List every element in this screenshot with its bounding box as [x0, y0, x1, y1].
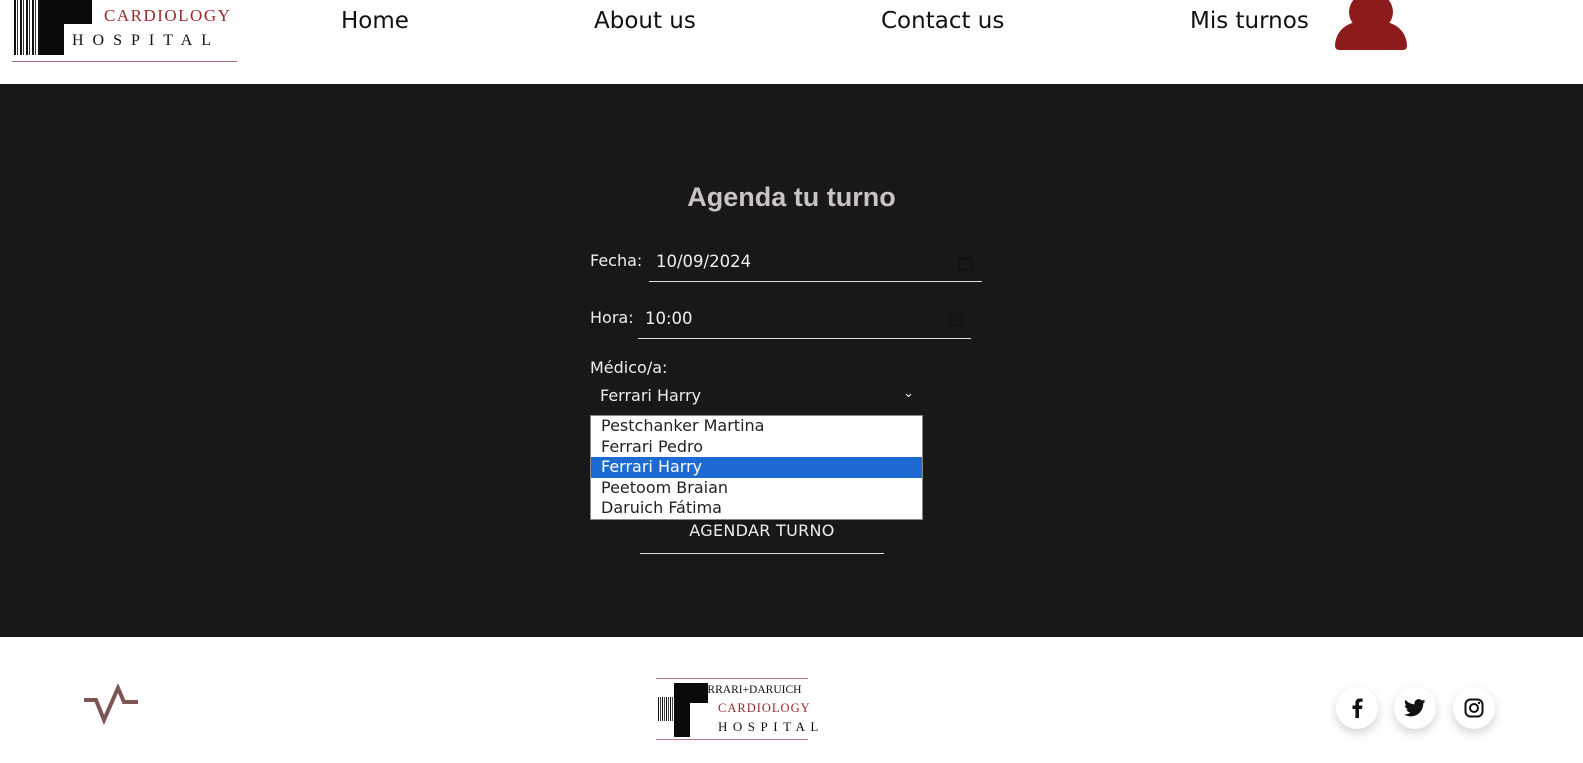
clock-icon[interactable]	[947, 312, 963, 328]
fecha-value: 10/09/2024	[656, 252, 752, 271]
footer-hospital-logo[interactable]: FERRARI+DARUICH CARDIOLOGY HOSPITAL	[656, 678, 818, 740]
calendar-icon[interactable]	[958, 255, 974, 271]
page-title: Agenda tu turno	[687, 182, 896, 212]
nav-mis-turnos[interactable]: Mis turnos	[1190, 8, 1309, 34]
hora-value: 10:00	[645, 309, 693, 328]
hora-label: Hora:	[590, 308, 634, 327]
nav-home[interactable]: Home	[341, 8, 409, 34]
medico-option[interactable]: Daruich Fátima	[591, 498, 922, 519]
medico-option[interactable]: Pestchanker Martina	[591, 416, 922, 437]
logo-cross-bar	[40, 0, 92, 24]
site-header: CARDIOLOGY HOSPITAL Home About us Contac…	[0, 0, 1583, 84]
medico-option[interactable]: Ferrari Harry	[591, 457, 922, 478]
nav-contact-us[interactable]: Contact us	[881, 8, 1004, 34]
appointment-section: Agenda tu turno Fecha: 10/09/2024 Hora: …	[0, 84, 1583, 637]
medico-selected-value: Ferrari Harry	[600, 386, 702, 405]
medico-option[interactable]: Peetoom Braian	[591, 478, 922, 499]
footer-logo-barcode	[658, 697, 674, 721]
medico-label: Médico/a:	[590, 358, 668, 377]
instagram-icon[interactable]	[1453, 687, 1495, 729]
medico-dropdown-list[interactable]: Pestchanker Martina Ferrari Pedro Ferrari …	[590, 415, 923, 520]
fecha-input[interactable]: 10/09/2024	[649, 244, 982, 282]
facebook-icon[interactable]	[1336, 687, 1378, 729]
agendar-turno-button[interactable]: AGENDAR TURNO	[640, 516, 884, 554]
medico-option[interactable]: Ferrari Pedro	[591, 437, 922, 458]
footer-logo-text-hospital: HOSPITAL	[718, 719, 824, 734]
site-footer: FERRARI+DARUICH CARDIOLOGY HOSPITAL	[0, 637, 1583, 763]
footer-logo-text-cardiology: CARDIOLOGY	[718, 701, 811, 715]
heartbeat-icon	[84, 684, 138, 726]
fecha-label: Fecha:	[590, 251, 643, 270]
logo-barcode-graphic	[14, 0, 40, 55]
logo-text-hospital: HOSPITAL	[72, 32, 221, 49]
footer-logo-text-ferrari-daruich: FERRARI+DARUICH	[694, 684, 802, 696]
nav-about-us[interactable]: About us	[594, 8, 696, 34]
hora-input[interactable]: 10:00	[638, 301, 971, 339]
logo-text-cardiology: CARDIOLOGY	[104, 6, 232, 25]
avatar-body	[1335, 22, 1407, 50]
chevron-down-icon[interactable]: ⌄	[903, 385, 914, 401]
user-avatar-icon[interactable]	[1335, 0, 1407, 52]
medico-select[interactable]: Ferrari Harry ⌄	[590, 381, 922, 409]
twitter-icon[interactable]	[1394, 687, 1436, 729]
hospital-logo[interactable]: CARDIOLOGY HOSPITAL	[12, 0, 237, 62]
